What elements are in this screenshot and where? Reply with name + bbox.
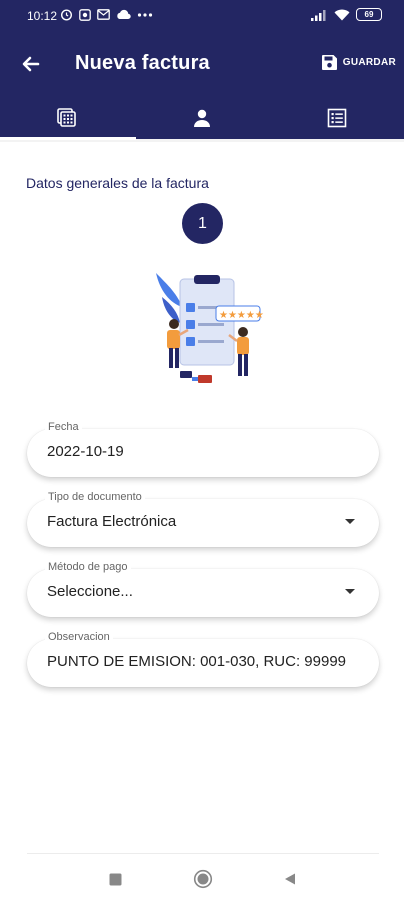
fecha-field[interactable]: Fecha 2022-10-19	[27, 420, 379, 477]
status-icons-right: 69	[310, 8, 382, 21]
calculator-icon	[57, 108, 76, 127]
home-button[interactable]	[192, 868, 214, 890]
section-title: Datos generales de la factura	[26, 175, 209, 191]
tab-details[interactable]	[270, 96, 404, 140]
more-icon	[137, 12, 153, 17]
tab-bar	[0, 96, 404, 142]
divider	[27, 853, 379, 854]
home-icon	[193, 869, 213, 889]
back-icon	[285, 873, 295, 885]
app-bar: Nueva factura GUARDAR	[0, 34, 404, 96]
page-title: Nueva factura	[75, 52, 210, 74]
metodo-pago-value: Seleccione...	[47, 583, 133, 600]
chevron-down-icon	[345, 519, 355, 524]
list-icon	[327, 108, 347, 128]
checklist-illustration: ★★★★★	[156, 273, 264, 383]
tab-indicator	[0, 137, 136, 140]
observacion-value: PUNTO DE EMISION: 001-030, RUC: 99999	[47, 653, 347, 670]
fecha-label: Fecha	[45, 420, 82, 434]
wifi-icon	[334, 9, 350, 20]
system-nav-bar	[0, 856, 404, 900]
nav-back-button[interactable]	[279, 868, 301, 890]
status-icons-left	[60, 8, 153, 21]
cloud-icon	[117, 9, 131, 20]
tipo-documento-value: Factura Electrónica	[47, 513, 177, 530]
signal-icon	[311, 9, 326, 21]
metodo-pago-label: Método de pago	[45, 560, 131, 574]
tipo-documento-select[interactable]: Tipo de documento Factura Electrónica	[27, 490, 379, 547]
tipo-documento-label: Tipo de documento	[45, 490, 145, 504]
tab-client[interactable]	[135, 96, 269, 140]
tab-general[interactable]	[0, 96, 134, 140]
observacion-field[interactable]: Observacion PUNTO DE EMISION: 001-030, R…	[27, 630, 379, 687]
observacion-label: Observacion	[45, 630, 113, 644]
floppy-disk-icon	[321, 55, 337, 70]
mail-icon	[97, 9, 110, 20]
person-icon	[194, 109, 210, 127]
save-button-label: GUARDAR	[342, 57, 396, 68]
chevron-down-icon	[345, 589, 355, 594]
alarm-icon	[60, 9, 73, 21]
battery-icon: 69	[356, 8, 382, 21]
recents-button[interactable]	[104, 868, 126, 890]
status-time: 10:12	[27, 9, 58, 23]
step-indicator: 1	[182, 203, 223, 244]
save-button[interactable]: GUARDAR	[321, 54, 396, 71]
metodo-pago-select[interactable]: Método de pago Seleccione...	[27, 560, 379, 617]
recents-icon	[109, 873, 121, 885]
status-bar: 10:12 69	[0, 0, 404, 34]
back-button[interactable]	[20, 53, 42, 75]
svg-text:★★★★★: ★★★★★	[219, 310, 264, 321]
fecha-value: 2022-10-19	[47, 443, 124, 460]
record-icon	[79, 8, 91, 21]
arrow-left-icon	[22, 56, 40, 72]
